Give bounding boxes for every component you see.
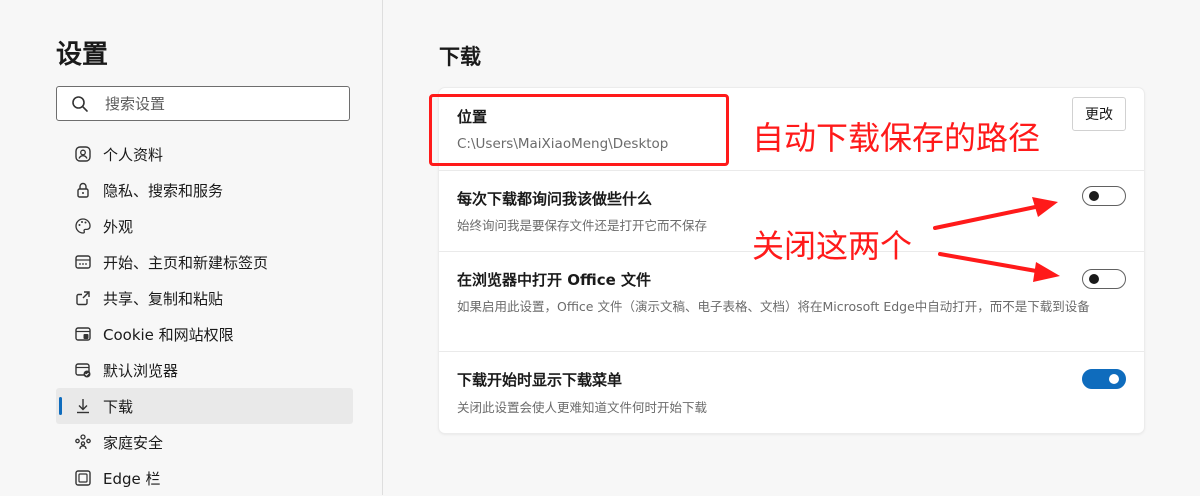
toggle-knob <box>1089 274 1099 284</box>
ask-each-download-toggle[interactable] <box>1082 186 1126 206</box>
setting-description: 如果启用此设置，Office 文件（演示文稿、电子表格、文档）将在Microso… <box>457 299 1090 314</box>
sidebar-item-label: 外观 <box>103 217 134 236</box>
sidebar-title: 设置 <box>56 40 109 70</box>
home-grid-icon <box>75 255 91 269</box>
search-box[interactable] <box>56 86 350 121</box>
change-location-button[interactable]: 更改 <box>1072 97 1126 131</box>
annotation-path-note: 自动下载保存的路径 <box>752 119 1041 157</box>
palette-icon <box>75 218 91 234</box>
search-icon <box>72 95 88 112</box>
page-title: 下载 <box>439 45 481 69</box>
profile-icon <box>75 146 91 162</box>
setting-description: 始终询问我是要保存文件还是打开它而不保存 <box>457 218 708 233</box>
setting-description: 关闭此设置会使人更难知道文件何时开始下载 <box>457 400 708 415</box>
sidebar-item-label: Cookie 和网站权限 <box>103 325 234 344</box>
sidebar-item-cookies[interactable]: Cookie 和网站权限 <box>56 316 353 352</box>
setting-title: 在浏览器中打开 Office 文件 <box>457 271 651 289</box>
sidebar-item-start-home[interactable]: 开始、主页和新建标签页 <box>56 244 353 280</box>
setting-title: 每次下载都询问我该做些什么 <box>457 190 653 208</box>
sidebar-item-default-browser[interactable]: 默认浏览器 <box>56 352 353 388</box>
family-icon <box>75 434 91 450</box>
download-icon <box>77 399 89 414</box>
share-icon <box>76 291 90 306</box>
annotation-close-note: 关闭这两个 <box>752 227 913 265</box>
sidebar-item-appearance[interactable]: 外观 <box>56 208 353 244</box>
sidebar-item-label: 下载 <box>103 397 134 416</box>
sidebar-item-downloads[interactable]: 下载 <box>56 388 353 424</box>
show-download-menu-toggle[interactable] <box>1082 369 1126 389</box>
sidebar-nav: 个人资料 隐私、搜索和服务 外观 开始、主页和新建标签页 共享、复制和粘贴 Co… <box>56 136 353 496</box>
setting-title: 下载开始时显示下载菜单 <box>457 371 623 389</box>
sidebar-item-edge-bar[interactable]: Edge 栏 <box>56 460 353 496</box>
sidebar-item-profile[interactable]: 个人资料 <box>56 136 353 172</box>
sidebar-item-label: 开始、主页和新建标签页 <box>103 253 269 272</box>
site-permissions-icon <box>75 327 91 341</box>
annotation-location-box <box>429 94 729 166</box>
sidebar-item-label: 隐私、搜索和服务 <box>103 181 224 200</box>
default-browser-icon <box>75 363 91 378</box>
sidebar-item-label: 默认浏览器 <box>103 361 179 380</box>
sidebar-item-privacy[interactable]: 隐私、搜索和服务 <box>56 172 353 208</box>
sidebar-item-label: 家庭安全 <box>103 433 164 452</box>
search-input[interactable] <box>103 93 337 114</box>
sidebar-item-family[interactable]: 家庭安全 <box>56 424 353 460</box>
toggle-knob <box>1109 374 1119 384</box>
open-office-files-toggle[interactable] <box>1082 269 1126 289</box>
lock-icon <box>77 182 89 198</box>
toggle-knob <box>1089 191 1099 201</box>
sidebar: 设置 个人资料 隐私、搜索和服务 <box>0 0 383 495</box>
sidebar-item-label: Edge 栏 <box>103 469 161 488</box>
sidebar-item-label: 共享、复制和粘贴 <box>103 289 224 308</box>
edge-bar-icon <box>75 470 91 486</box>
sidebar-item-share[interactable]: 共享、复制和粘贴 <box>56 280 353 316</box>
sidebar-item-label: 个人资料 <box>103 145 164 164</box>
setting-row-show-download-menu: 下载开始时显示下载菜单 关闭此设置会使人更难知道文件何时开始下载 <box>439 351 1144 433</box>
